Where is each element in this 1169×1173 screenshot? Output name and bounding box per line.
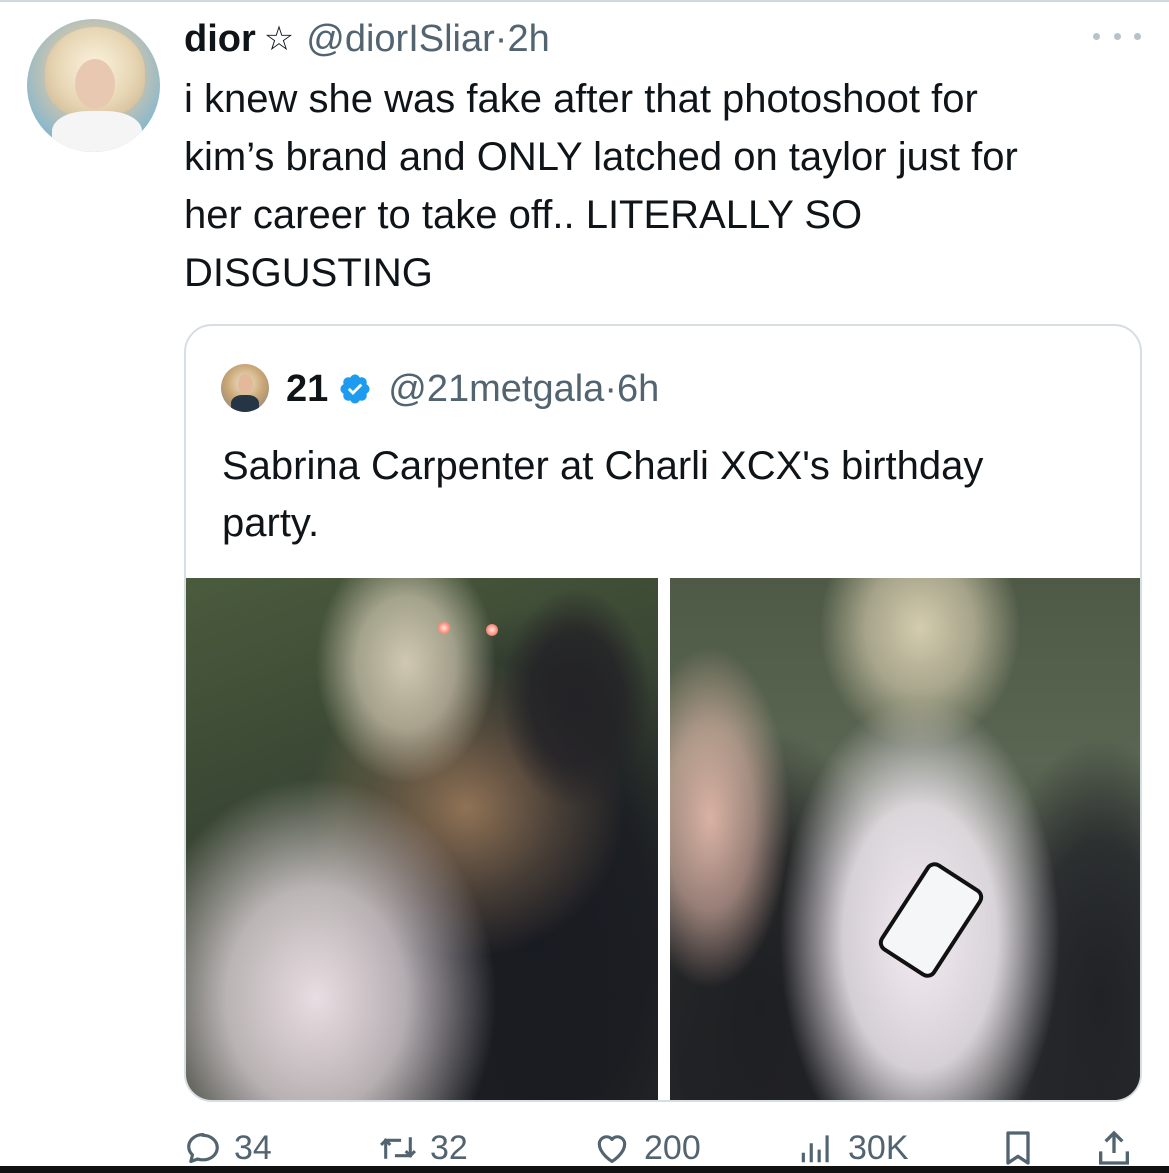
header-separator: · — [494, 17, 508, 60]
top-divider — [0, 0, 1169, 2]
more-dot — [1134, 32, 1141, 40]
views-button[interactable]: 30K — [796, 1128, 909, 1168]
quoted-author-avatar[interactable] — [221, 364, 269, 412]
bar-chart-icon — [801, 1135, 829, 1163]
quoted-avatar-face-shape — [238, 374, 253, 394]
tweet-actions-bar: 34 32 200 30K — [184, 1128, 1144, 1168]
verified-badge-icon — [340, 374, 370, 404]
bookmark-button[interactable] — [998, 1128, 1050, 1168]
author-handle-text: @diorISliar — [306, 17, 495, 60]
author-handle[interactable]: @diorISliar·2h — [306, 18, 549, 61]
share-button[interactable] — [1094, 1128, 1146, 1168]
like-count: 200 — [644, 1128, 701, 1167]
more-dot — [1113, 32, 1121, 40]
views-count: 30K — [848, 1128, 909, 1167]
like-button[interactable]: 200 — [592, 1128, 701, 1168]
party-photo-left[interactable] — [186, 578, 658, 1100]
more-dots-icon[interactable] — [1093, 24, 1141, 48]
bottom-divider — [0, 1166, 1169, 1173]
quoted-tweet-card[interactable]: 21 @21metgala·6h Sabrina Carpenter at Ch… — [184, 324, 1142, 1102]
author-avatar[interactable] — [27, 19, 160, 152]
bookmark-icon — [1006, 1131, 1030, 1165]
quoted-tweet-text: Sabrina Carpenter at Charli XCX's birthd… — [222, 444, 984, 545]
reply-bubble-icon — [187, 1132, 219, 1164]
retweet-button[interactable]: 32 — [378, 1128, 468, 1168]
quoted-separator: · — [604, 367, 617, 410]
quoted-tweet-header: 21 @21metgala·6h — [286, 362, 659, 416]
reply-button[interactable]: 34 — [184, 1128, 272, 1168]
heart-icon — [597, 1135, 627, 1164]
phone-in-hand — [875, 858, 987, 982]
quoted-author-handle[interactable]: @21metgala·6h — [388, 368, 659, 411]
retweet-count: 32 — [430, 1128, 468, 1167]
quoted-timestamp: 6h — [616, 367, 660, 410]
avatar-dress-shape — [52, 111, 142, 152]
more-dot — [1093, 32, 1100, 40]
glowing-eye-right — [486, 624, 498, 636]
star-outline-icon: ☆ — [263, 20, 295, 58]
tweet-timestamp: 2h — [507, 17, 550, 60]
reply-count: 34 — [234, 1128, 272, 1167]
avatar-face-shape — [75, 59, 115, 109]
quoted-avatar-suit-shape — [231, 395, 259, 412]
tweet-text: i knew she was fake after that photoshoo… — [184, 77, 1018, 295]
retweet-arrows-icon — [379, 1137, 417, 1159]
author-display-name[interactable]: dior — [184, 18, 256, 61]
tweet-header: dior ☆ @diorISliar·2h — [184, 14, 550, 64]
quoted-author-name[interactable]: 21 — [286, 368, 328, 411]
glowing-eye-left — [438, 622, 450, 634]
share-upload-icon — [1099, 1130, 1129, 1165]
party-photo-right[interactable] — [670, 578, 1140, 1100]
quoted-handle-text: @21metgala — [388, 367, 605, 410]
